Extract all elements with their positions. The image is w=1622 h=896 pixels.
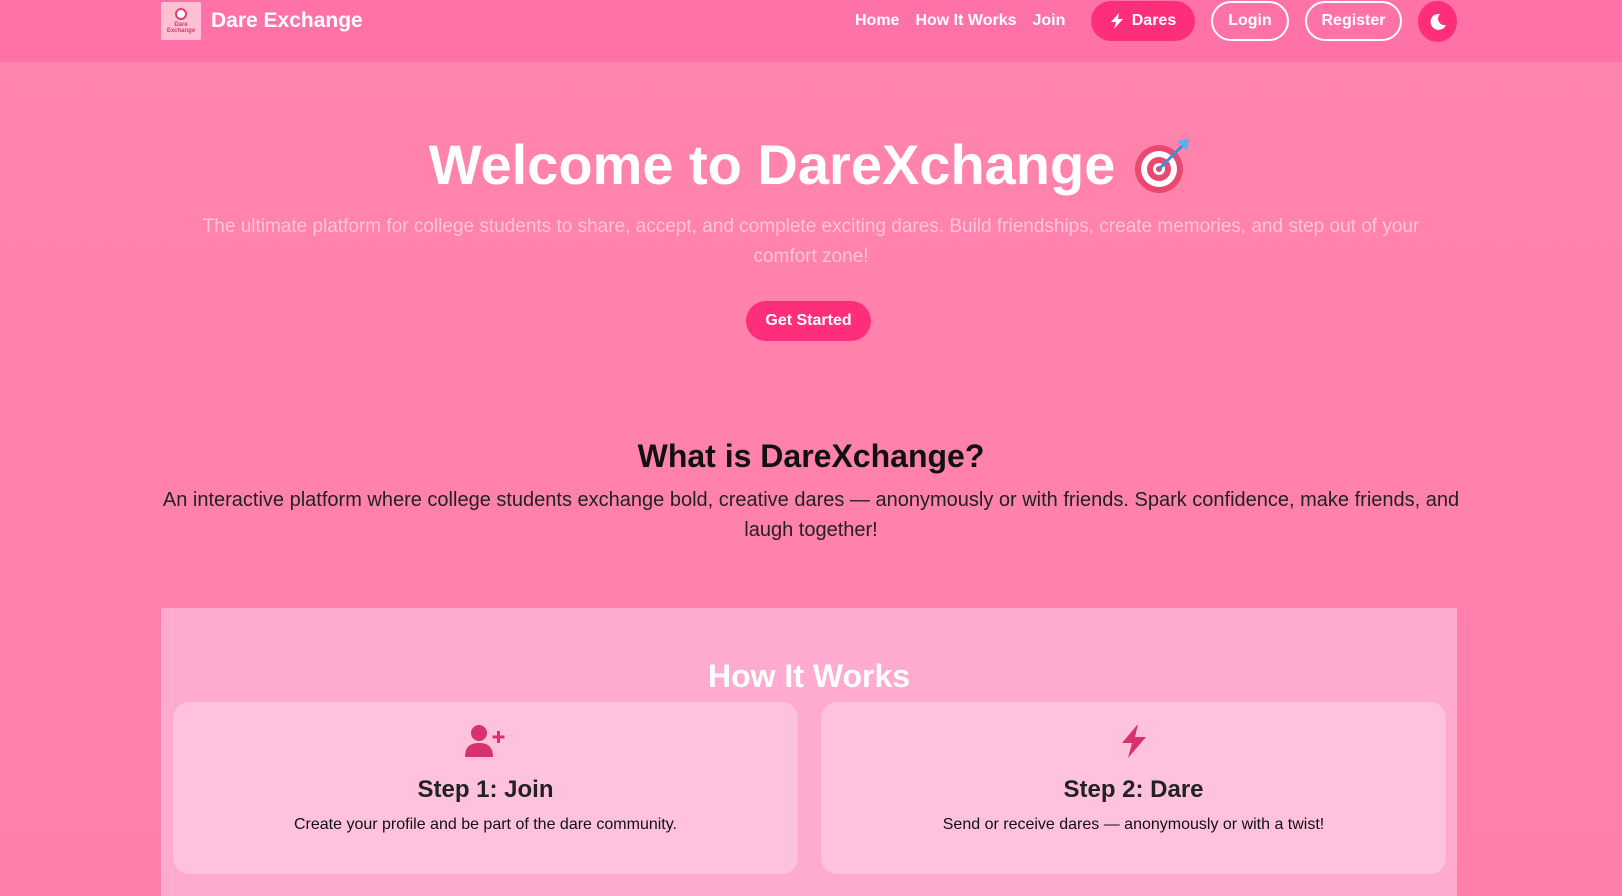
brand-logo-line-2: Exchange xyxy=(166,28,196,34)
brand[interactable]: Dare Exchange Dare Exchange xyxy=(161,2,363,40)
hero-title-text: Welcome to DareXchange xyxy=(428,133,1116,196)
bolt-icon xyxy=(1121,724,1146,758)
brand-name[interactable]: Dare Exchange xyxy=(211,9,363,33)
register-button[interactable]: Register xyxy=(1305,1,1402,41)
hero-subtitle: The ultimate platform for college studen… xyxy=(202,216,1420,267)
navbar: Dare Exchange Dare Exchange Home How It … xyxy=(0,0,1622,62)
hero-title: Welcome to DareXchange xyxy=(0,132,1622,197)
user-plus-icon xyxy=(464,725,504,757)
dares-button[interactable]: Dares xyxy=(1091,1,1195,41)
get-started-button[interactable]: Get Started xyxy=(746,301,871,341)
step-title: Step 2: Dare xyxy=(1063,776,1204,803)
nav-link-how-it-works[interactable]: How It Works xyxy=(915,12,1016,30)
step-card-join: Step 1: Join Create your profile and be … xyxy=(173,702,798,874)
nav-link-join[interactable]: Join xyxy=(1033,12,1066,30)
how-it-works-section: How It Works Step 1: Join Create your pr… xyxy=(161,608,1457,896)
about-title: What is DareXchange? xyxy=(637,438,985,474)
theme-toggle-button[interactable] xyxy=(1418,1,1457,42)
target-icon xyxy=(1135,138,1190,193)
step-card-dare: Step 2: Dare Send or receive dares — ano… xyxy=(821,702,1446,874)
brand-logo: Dare Exchange xyxy=(161,2,201,40)
target-icon xyxy=(175,8,187,20)
how-it-works-title: How It Works xyxy=(707,658,911,694)
step-text: Send or receive dares — anonymously or w… xyxy=(942,816,1325,833)
about-text: An interactive platform where college st… xyxy=(162,489,1460,541)
card-icon-wrap xyxy=(821,724,1446,758)
moon-icon xyxy=(1430,13,1446,30)
card-icon-wrap xyxy=(173,724,798,758)
login-button[interactable]: Login xyxy=(1211,1,1289,41)
nav-link-home[interactable]: Home xyxy=(855,12,899,30)
dares-button-label: Dares xyxy=(1131,12,1177,29)
nav-links: Home How It Works Join xyxy=(855,12,1065,30)
step-title: Step 1: Join xyxy=(417,776,554,803)
bolt-icon xyxy=(1110,13,1123,29)
step-text: Create your profile and be part of the d… xyxy=(293,816,677,833)
